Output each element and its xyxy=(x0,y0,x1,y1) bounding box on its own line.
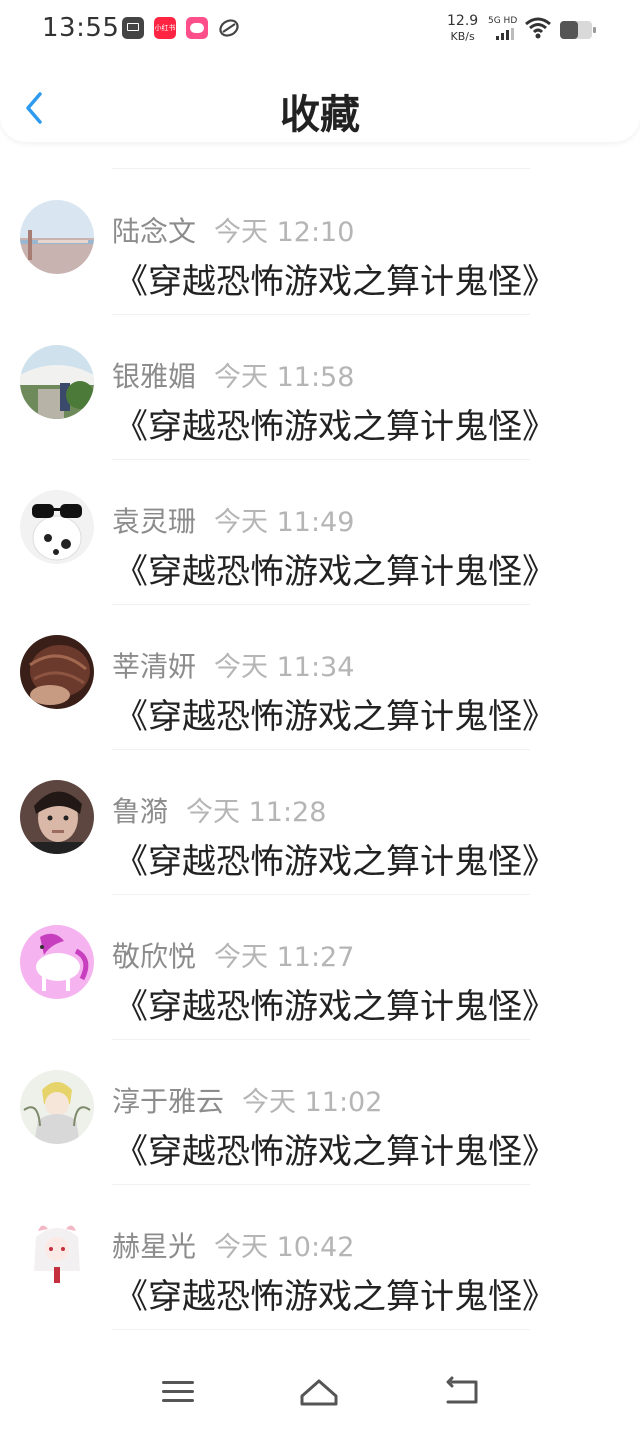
signal-type-label: 5G HD xyxy=(488,16,518,26)
message-text: 《穿越恐怖游戏之算计鬼怪》 xyxy=(114,262,556,302)
nav-back-button[interactable] xyxy=(442,1374,482,1410)
timestamp: 今天 12:10 xyxy=(214,217,355,248)
list-item[interactable]: 银雅媚 今天 11:58 《穿越恐怖游戏之算计鬼怪》 xyxy=(0,317,640,462)
menu-icon xyxy=(162,1381,194,1402)
message-text: 《穿越恐怖游戏之算计鬼怪》 xyxy=(114,1132,556,1172)
avatar[interactable] xyxy=(20,200,94,274)
sender-name: 袁灵珊 xyxy=(112,505,197,538)
list-item[interactable]: 陆念文 今天 12:10 《穿越恐怖游戏之算计鬼怪》 xyxy=(0,172,640,317)
list-divider xyxy=(112,314,530,315)
list-item[interactable]: 淳于雅云 今天 11:02 《穿越恐怖游戏之算计鬼怪》 xyxy=(0,1042,640,1187)
sender-name: 银雅媚 xyxy=(112,360,197,393)
cellular-signal-icon xyxy=(496,28,514,40)
list-item[interactable]: 莘清妍 今天 11:34 《穿越恐怖游戏之算计鬼怪》 xyxy=(0,607,640,752)
avatar[interactable] xyxy=(20,1070,94,1144)
list-item[interactable]: 敬欣悦 今天 11:27 《穿越恐怖游戏之算计鬼怪》 xyxy=(0,897,640,1042)
xiaohongshu-notification-icon: 小红书 xyxy=(154,17,176,39)
list-divider xyxy=(112,1329,530,1330)
list-divider xyxy=(112,1184,530,1185)
item-header: 陆念文 今天 12:10 xyxy=(112,210,354,248)
avatar[interactable] xyxy=(20,780,94,854)
wifi-icon xyxy=(525,17,551,39)
list-divider xyxy=(112,749,530,750)
timestamp: 今天 11:34 xyxy=(214,652,355,683)
message-text: 《穿越恐怖游戏之算计鬼怪》 xyxy=(114,407,556,447)
item-header: 赫星光 今天 10:42 xyxy=(112,1225,354,1263)
message-text: 《穿越恐怖游戏之算计鬼怪》 xyxy=(114,697,556,737)
sender-name: 赫星光 xyxy=(112,1230,197,1263)
avatar[interactable] xyxy=(20,345,94,419)
network-speed-unit: KB/s xyxy=(450,30,475,43)
top-card: 13:55 小红书 12.9 KB/s 5G HD 收藏 xyxy=(0,0,640,142)
sender-name: 莘清妍 xyxy=(112,650,197,683)
item-header: 银雅媚 今天 11:58 xyxy=(112,355,354,393)
nav-menu-button[interactable] xyxy=(158,1374,198,1410)
nav-home-button[interactable] xyxy=(299,1374,339,1410)
item-header: 鲁漪 今天 11:28 xyxy=(112,790,326,828)
message-text: 《穿越恐怖游戏之算计鬼怪》 xyxy=(114,1277,556,1317)
avatar[interactable] xyxy=(20,635,94,709)
timestamp: 今天 11:27 xyxy=(214,942,355,973)
avatar[interactable] xyxy=(20,925,94,999)
item-header: 袁灵珊 今天 11:49 xyxy=(112,500,354,538)
list-divider xyxy=(112,604,530,605)
list-divider xyxy=(112,894,530,895)
message-text: 《穿越恐怖游戏之算计鬼怪》 xyxy=(114,552,556,592)
sender-name: 陆念文 xyxy=(112,215,197,248)
timestamp: 今天 11:49 xyxy=(214,507,355,538)
network-speed: 12.9 KB/s xyxy=(447,14,478,44)
battery-icon xyxy=(560,21,596,39)
timestamp: 今天 11:58 xyxy=(214,362,355,393)
item-header: 淳于雅云 今天 11:02 xyxy=(112,1080,382,1118)
avatar[interactable] xyxy=(20,1215,94,1289)
chat-app-notification-icon xyxy=(186,17,208,39)
message-text: 《穿越恐怖游戏之算计鬼怪》 xyxy=(114,987,556,1027)
timestamp: 今天 11:28 xyxy=(186,797,327,828)
page-title: 收藏 xyxy=(280,92,360,138)
status-bar: 13:55 小红书 12.9 KB/s 5G HD xyxy=(0,0,640,62)
item-header: 莘清妍 今天 11:34 xyxy=(112,645,354,683)
list-divider xyxy=(112,1039,530,1040)
home-icon xyxy=(300,1379,338,1406)
return-icon xyxy=(446,1376,478,1404)
sender-name: 敬欣悦 xyxy=(112,940,197,973)
list-divider xyxy=(112,459,530,460)
browser-notification-icon xyxy=(218,17,240,39)
list-top-divider xyxy=(112,168,530,169)
message-text: 《穿越恐怖游戏之算计鬼怪》 xyxy=(114,842,556,882)
timestamp: 今天 10:42 xyxy=(214,1232,355,1263)
mail-notification-icon xyxy=(122,17,144,39)
item-header: 敬欣悦 今天 11:27 xyxy=(112,935,354,973)
system-nav-bar xyxy=(0,1352,640,1433)
avatar[interactable] xyxy=(20,490,94,564)
header: 收藏 xyxy=(0,70,640,142)
sender-name: 鲁漪 xyxy=(112,795,169,828)
list-item[interactable]: 赫星光 今天 10:42 《穿越恐怖游戏之算计鬼怪》 xyxy=(0,1187,640,1332)
status-time: 13:55 xyxy=(42,13,120,43)
list-item[interactable]: 鲁漪 今天 11:28 《穿越恐怖游戏之算计鬼怪》 xyxy=(0,752,640,897)
timestamp: 今天 11:02 xyxy=(242,1087,383,1118)
list-item[interactable]: 袁灵珊 今天 11:49 《穿越恐怖游戏之算计鬼怪》 xyxy=(0,462,640,607)
sender-name: 淳于雅云 xyxy=(112,1085,225,1118)
network-speed-value: 12.9 xyxy=(447,13,479,29)
